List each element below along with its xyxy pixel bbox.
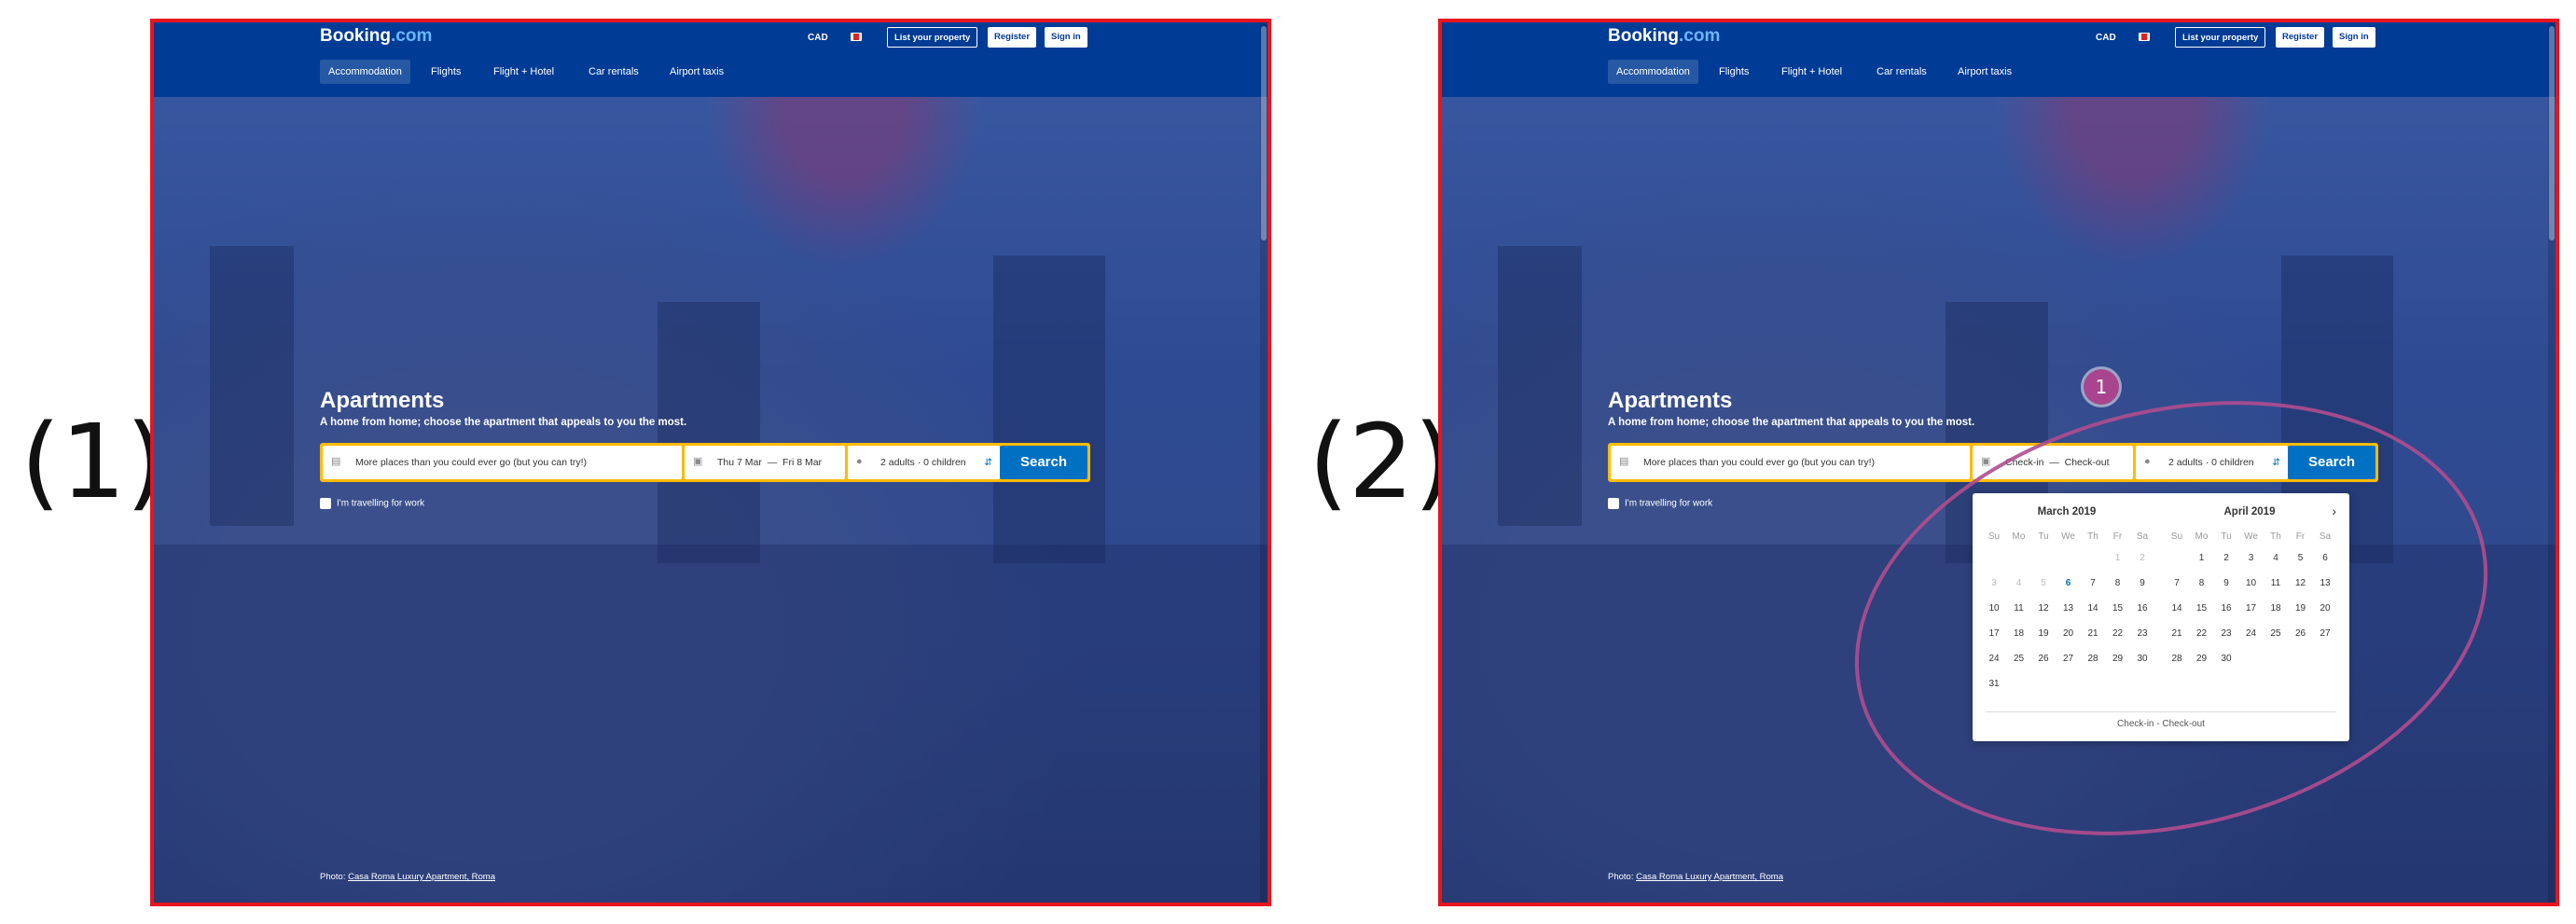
- site-header: Booking.com CAD List your property Regis…: [154, 22, 1267, 97]
- photo-credit-link[interactable]: Casa Roma Luxury Apartment, Roma: [348, 872, 495, 882]
- register-button[interactable]: Register: [988, 27, 1037, 48]
- photo-credit: Photo: Casa Roma Luxury Apartment, Roma: [1608, 872, 1783, 882]
- nav-accommodation[interactable]: Accommodation: [320, 60, 410, 84]
- scroll-thumb[interactable]: [1261, 26, 1267, 241]
- photo-credit-link[interactable]: Casa Roma Luxury Apartment, Roma: [1636, 872, 1783, 882]
- page-title: Apartments: [1608, 388, 1733, 413]
- page-subtitle: A home from home; choose the apartment t…: [320, 417, 687, 428]
- nav-car-rentals[interactable]: Car rentals: [580, 60, 647, 84]
- checkbox-box[interactable]: [320, 498, 331, 509]
- nav-car-rentals[interactable]: Car rentals: [1868, 60, 1935, 84]
- work-travel-checkbox[interactable]: I'm travelling for work: [1608, 498, 1712, 509]
- annotation-marker: 1: [2084, 369, 2119, 405]
- nav-airport-taxis[interactable]: Airport taxis: [661, 60, 732, 84]
- canada-flag-icon[interactable]: [2139, 33, 2150, 41]
- screenshot-panel-2: Booking.com CAD List your property Regis…: [1438, 19, 2559, 906]
- calendar-icon: ▣: [1981, 456, 1991, 467]
- nav-accommodation[interactable]: Accommodation: [1608, 60, 1698, 84]
- chevron-updown-icon: ⇵: [984, 457, 992, 468]
- nav-flights[interactable]: Flights: [422, 60, 469, 84]
- scroll-thumb[interactable]: [2549, 26, 2555, 241]
- currency-selector[interactable]: CAD: [808, 33, 828, 43]
- nav-flight-hotel[interactable]: Flight + Hotel: [485, 60, 562, 84]
- page-subtitle: A home from home; choose the apartment t…: [1608, 417, 1975, 428]
- booking-logo[interactable]: Booking.com: [1608, 26, 1720, 47]
- currency-selector[interactable]: CAD: [2096, 33, 2116, 43]
- nav-flights[interactable]: Flights: [1710, 60, 1757, 84]
- screenshot-panel-1: Booking.com CAD List your property Regis…: [150, 19, 1271, 906]
- sign-in-button[interactable]: Sign in: [1045, 27, 1087, 48]
- nav-flight-hotel[interactable]: Flight + Hotel: [1773, 60, 1850, 84]
- bed-icon: ▤: [331, 456, 341, 467]
- scrollbar[interactable]: [1260, 22, 1267, 903]
- calendar-icon: ▣: [693, 456, 703, 467]
- booking-logo[interactable]: Booking.com: [320, 26, 432, 47]
- bed-icon: ▤: [1619, 456, 1629, 467]
- register-button[interactable]: Register: [2276, 27, 2325, 48]
- scrollbar[interactable]: [2548, 22, 2555, 903]
- site-header: Booking.com CAD List your property Regis…: [1442, 22, 2555, 97]
- panel-label-2: (2): [1309, 402, 1454, 521]
- person-icon: ●: [856, 456, 863, 467]
- search-bar: ▤ More places than you could ever go (bu…: [320, 443, 1090, 482]
- search-button[interactable]: Search: [1000, 446, 1087, 479]
- checkbox-box[interactable]: [1608, 498, 1619, 509]
- destination-input[interactable]: ▤ More places than you could ever go (bu…: [1611, 446, 1970, 479]
- sign-in-button[interactable]: Sign in: [2333, 27, 2375, 48]
- list-property-button[interactable]: List your property: [2175, 27, 2266, 48]
- photo-credit: Photo: Casa Roma Luxury Apartment, Roma: [320, 872, 495, 882]
- panel-label-1: (1): [21, 402, 166, 521]
- destination-input[interactable]: ▤ More places than you could ever go (bu…: [323, 446, 682, 479]
- work-travel-checkbox[interactable]: I'm travelling for work: [320, 498, 424, 509]
- guests-field[interactable]: ● 2 adults · 0 children ⇵: [848, 446, 1000, 479]
- dates-field[interactable]: ▣ Thu 7 Mar — Fri 8 Mar: [685, 446, 845, 479]
- canada-flag-icon[interactable]: [851, 33, 862, 41]
- page-title: Apartments: [320, 388, 445, 413]
- nav-airport-taxis[interactable]: Airport taxis: [1949, 60, 2020, 84]
- list-property-button[interactable]: List your property: [887, 27, 978, 48]
